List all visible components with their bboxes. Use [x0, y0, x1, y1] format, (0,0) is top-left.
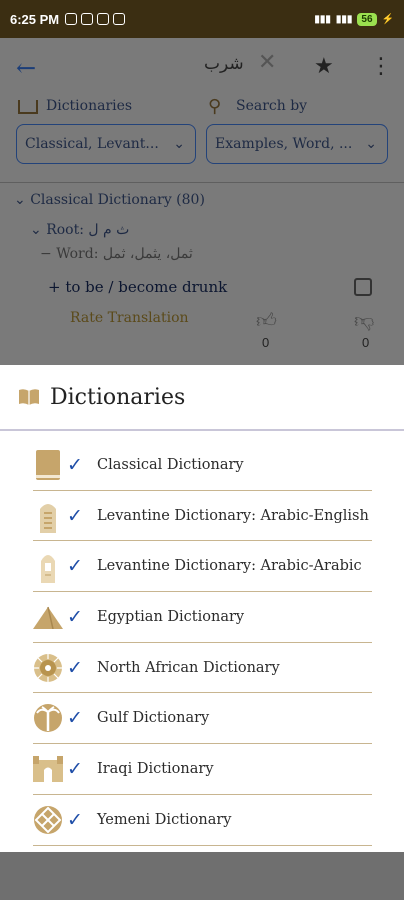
pattern-icon [33, 803, 63, 837]
dictionary-name: Classical Dictionary [97, 456, 244, 473]
dictionary-name: Yemeni Dictionary [97, 811, 232, 828]
down-count: 0 [362, 335, 370, 350]
list-item[interactable]: ✓ North African Dictionary [33, 643, 372, 694]
copy-icon[interactable] [354, 278, 372, 296]
charging-icon: ⚡ [381, 13, 394, 25]
search-by-select-value: Examples, Word, ... [215, 136, 353, 152]
list-item[interactable]: ✓ Gulf Dictionary [33, 693, 372, 745]
list-item[interactable]: ✓ Levantine Dictionary: Arabic-English [33, 491, 372, 542]
notification-icon [81, 13, 94, 25]
book-icon [33, 448, 63, 482]
check-icon[interactable]: ✓ [67, 505, 89, 527]
check-icon[interactable]: ✓ [67, 707, 89, 729]
check-icon[interactable]: ✓ [67, 657, 89, 679]
search-icon: ⚲ [208, 96, 222, 117]
chevron-down-icon: ⌄ [365, 136, 377, 152]
dictionaries-select[interactable]: Classical, Levant... ⌄ [16, 124, 196, 164]
translation-row[interactable]: + to be / become drunk [48, 278, 227, 296]
signal-icon: ▮▮▮ [314, 13, 331, 25]
wifi-signal-icon: ▮▮▮ [335, 13, 353, 25]
word-row[interactable]: − Word: ثمل، يثمل، ثمل [40, 246, 193, 262]
root-row[interactable]: ⌄ Root: ث م ل [30, 222, 129, 238]
sheet-title: Dictionaries [50, 384, 186, 410]
dictionary-name: Iraqi Dictionary [97, 760, 214, 777]
check-icon[interactable]: ✓ [67, 758, 89, 780]
rate-translation[interactable]: Rate Translation [70, 310, 189, 326]
pyramid-icon [33, 600, 63, 634]
tower-icon [33, 499, 63, 533]
dictionaries-sheet: Dictionaries ✓ Classical Dictionary ✓ Le… [0, 365, 404, 852]
search-by-select[interactable]: Examples, Word, ... ⌄ [206, 124, 388, 164]
status-time: 6:25 PM [10, 11, 60, 27]
dictionary-name: Levantine Dictionary: Arabic-English [97, 507, 369, 524]
result-header[interactable]: ⌄ Classical Dictionary (80) [14, 192, 205, 208]
gate-icon [33, 752, 63, 786]
app-bar: ← شرب ✕ ★ ⋮ [0, 38, 404, 100]
tower-icon [33, 549, 63, 584]
list-item[interactable]: ✓ Classical Dictionary [33, 440, 372, 491]
dictionary-list: ✓ Classical Dictionary ✓ Levantine Dicti… [33, 440, 372, 846]
bottom-scrim [0, 852, 404, 900]
dictionary-name: Gulf Dictionary [97, 710, 210, 727]
battery-indicator: 56 [357, 12, 377, 26]
clear-icon[interactable]: ✕ [258, 50, 276, 75]
thumbs-up-icon[interactable]: 👍︎ [256, 308, 277, 333]
check-icon[interactable]: ✓ [67, 606, 89, 628]
book-icon [18, 100, 38, 114]
check-icon[interactable]: ✓ [67, 555, 89, 577]
up-count: 0 [262, 335, 270, 350]
sun-ornament-icon [33, 651, 63, 685]
dictionaries-select-value: Classical, Levant... [25, 136, 159, 152]
alarm-icon [65, 13, 78, 25]
star-icon[interactable]: ★ [314, 54, 334, 79]
dictionary-name: Levantine Dictionary: Arabic-Arabic [97, 558, 362, 575]
more-options-icon[interactable]: ⋮ [370, 54, 392, 79]
dictionaries-label: Dictionaries [46, 98, 133, 114]
check-icon[interactable]: ✓ [67, 454, 89, 476]
sync-icon [97, 13, 110, 25]
book-icon [19, 389, 39, 405]
dictionary-name: Egyptian Dictionary [97, 608, 245, 625]
sheet-header: Dictionaries [0, 365, 404, 431]
check-icon[interactable]: ✓ [67, 809, 89, 831]
chevron-down-icon: ⌄ [173, 136, 185, 152]
status-bar: 6:25 PM ▮▮▮ ▮▮▮ 56 ⚡ [0, 0, 404, 38]
back-arrow-icon[interactable]: ← [16, 54, 36, 82]
status-right: ▮▮▮ ▮▮▮ 56 ⚡ [314, 12, 394, 26]
app-icon [113, 13, 126, 25]
list-item[interactable]: ✓ Levantine Dictionary: Arabic-Arabic [33, 541, 372, 593]
dictionary-name: North African Dictionary [97, 659, 280, 676]
palm-tree-icon [33, 701, 63, 735]
list-item[interactable]: ✓ Egyptian Dictionary [33, 592, 372, 643]
divider [0, 182, 404, 183]
search-by-label: Search by [236, 98, 308, 114]
search-query[interactable]: شرب [204, 54, 244, 74]
list-item[interactable]: ✓ Yemeni Dictionary [33, 795, 372, 846]
thumbs-down-icon[interactable]: 👎︎ [354, 308, 374, 333]
background-screen: ← شرب ✕ ★ ⋮ Dictionaries ⚲ Search by Cla… [0, 38, 404, 365]
list-item[interactable]: ✓ Iraqi Dictionary [33, 744, 372, 795]
